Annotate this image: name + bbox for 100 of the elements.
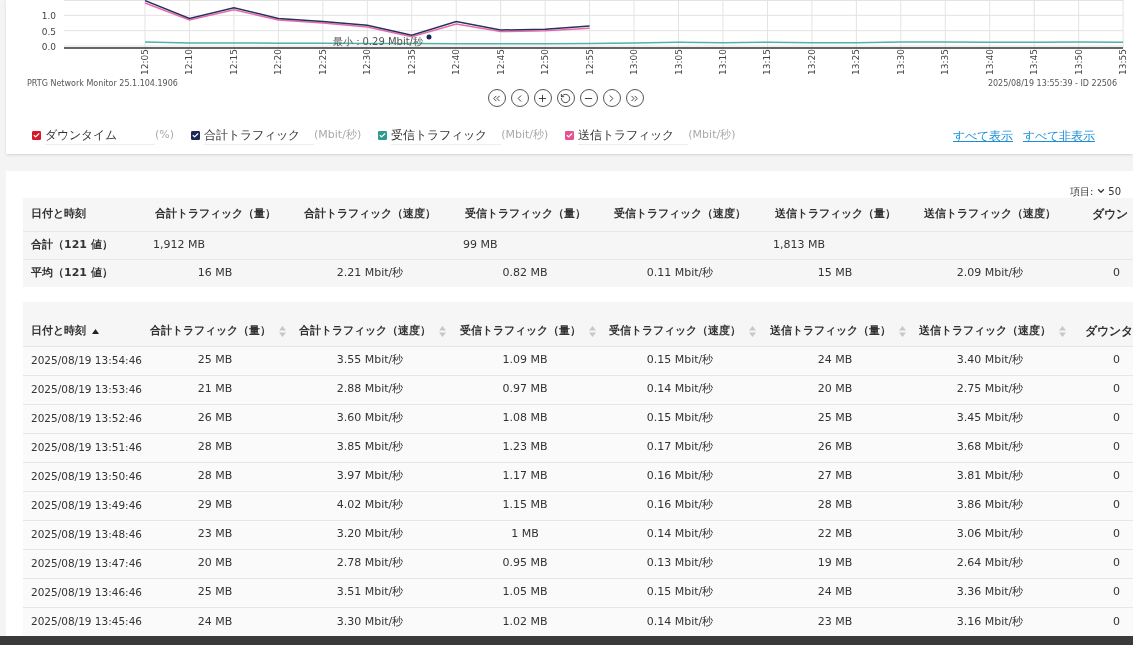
- table-cell: 0.15 Mbit/秒: [600, 346, 760, 375]
- minimum-marker: [426, 34, 432, 40]
- table-cell: 2025/08/19 13:53:46: [23, 375, 140, 404]
- x-tick-label: 12:10: [184, 49, 195, 75]
- table-cell: 3.30 Mbit/秒: [290, 607, 450, 636]
- table-cell: 3.68 Mbit/秒: [910, 433, 1070, 462]
- x-tick-label: 13:05: [673, 49, 684, 75]
- table-cell: 0: [1070, 462, 1133, 491]
- column-header: 合計トラフィック（量）: [140, 198, 290, 231]
- table-cell: 0.16 Mbit/秒: [600, 491, 760, 520]
- legend-unit: (Mbit/秒): [501, 127, 549, 144]
- table-cell: 0.95 MB: [450, 549, 600, 578]
- legend-link[interactable]: すべて非表示: [1023, 126, 1095, 145]
- legend-checkbox[interactable]: [565, 131, 575, 140]
- table-cell: 3.06 Mbit/秒: [910, 520, 1070, 549]
- sort-ascending-icon[interactable]: [92, 328, 99, 334]
- table-cell: 29 MB: [140, 491, 290, 520]
- x-tick-label: 13:25: [851, 49, 862, 75]
- table-cell: 0.97 MB: [450, 375, 600, 404]
- table-cell: 0.15 Mbit/秒: [600, 404, 760, 433]
- column-header[interactable]: 合計トラフィック（量）: [150, 323, 271, 340]
- x-tick-label: 13:00: [629, 49, 640, 75]
- x-tick-label: 13:20: [806, 49, 817, 75]
- table-cell: 0.16 Mbit/秒: [600, 462, 760, 491]
- x-tick-label: 13:30: [895, 49, 906, 75]
- table-cell: 25 MB: [140, 346, 290, 375]
- column-header[interactable]: 受信トラフィック（量）: [460, 323, 581, 340]
- table-cell: 21 MB: [140, 375, 290, 404]
- table-cell: 2.09 Mbit/秒: [910, 259, 1070, 287]
- column-header[interactable]: 送信トラフィック（速度）: [919, 323, 1051, 340]
- column-header[interactable]: 受信トラフィック（速度）: [609, 323, 741, 340]
- x-tick-label: 12:55: [584, 49, 595, 75]
- x-tick-label: 13:15: [762, 49, 773, 75]
- table-cell: 24 MB: [140, 607, 290, 636]
- table-cell: 0: [1070, 578, 1133, 607]
- table-cell: 2.64 Mbit/秒: [910, 549, 1070, 578]
- table-cell: 0: [1070, 404, 1133, 433]
- table-cell: 2.88 Mbit/秒: [290, 375, 450, 404]
- table-cell: 2025/08/19 13:49:46: [23, 491, 140, 520]
- items-per-page-dropdown[interactable]: 50: [1096, 183, 1121, 199]
- chart-timestamp: 2025/08/19 13:55:39 - ID 22506: [987, 78, 1117, 88]
- table-cell: 26 MB: [140, 404, 290, 433]
- x-tick-label: 13:40: [984, 49, 995, 75]
- table-cell: 2.21 Mbit/秒: [290, 259, 450, 287]
- table-cell: 20 MB: [140, 549, 290, 578]
- x-tick-label: 13:50: [1073, 49, 1084, 75]
- table-cell: 0: [1070, 346, 1133, 375]
- x-tick-label: 13:45: [1029, 49, 1040, 75]
- table-cell: 99 MB: [450, 231, 760, 259]
- items-label: 項目:: [1069, 184, 1094, 199]
- table-cell: 0: [1070, 549, 1133, 578]
- table-cell: 2025/08/19 13:47:46: [23, 549, 140, 578]
- legend-checkbox[interactable]: [32, 131, 41, 140]
- chevron-down-icon: [1096, 186, 1107, 196]
- table-cell: 2025/08/19 13:48:46: [23, 520, 140, 549]
- table-cell: 3.51 Mbit/秒: [290, 578, 450, 607]
- table-cell: 0.14 Mbit/秒: [600, 607, 760, 636]
- table-cell: 27 MB: [760, 462, 910, 491]
- legend-checkbox[interactable]: [191, 131, 201, 140]
- x-tick-label: 13:10: [718, 49, 728, 75]
- x-tick-label: 12:05: [140, 49, 150, 75]
- column-header: 日付と時刻: [23, 198, 140, 231]
- legend-link[interactable]: すべて表示: [953, 126, 1013, 145]
- table-cell: 23 MB: [140, 520, 290, 549]
- x-tick-label: 12:50: [540, 49, 551, 75]
- table-cell: 3.45 Mbit/秒: [910, 404, 1070, 433]
- column-header[interactable]: ダウンタ: [1085, 321, 1133, 340]
- table-cell: 0.17 Mbit/秒: [600, 433, 760, 462]
- x-tick-label: 12:20: [273, 49, 284, 75]
- table-cell: 2025/08/19 13:51:46: [23, 433, 140, 462]
- table-cell: 28 MB: [760, 491, 910, 520]
- table-cell: 1.05 MB: [450, 578, 600, 607]
- table-cell: 28 MB: [140, 462, 290, 491]
- table-cell: 3.36 Mbit/秒: [910, 578, 1070, 607]
- table-cell: 0: [1070, 491, 1133, 520]
- y-tick-label: 0.0: [41, 42, 56, 52]
- table-cell: 1.17 MB: [450, 462, 600, 491]
- table-cell: 0.15 Mbit/秒: [600, 578, 760, 607]
- table-cell: 25 MB: [140, 578, 290, 607]
- plus-icon: [537, 92, 548, 104]
- legend-unit: (Mbit/秒): [314, 127, 362, 144]
- column-header: 送信トラフィック（速度）: [910, 198, 1070, 231]
- table-cell: 1.02 MB: [450, 607, 600, 636]
- column-header[interactable]: 日付と時刻: [31, 323, 86, 340]
- legend-label: ダウンタイム: [45, 126, 155, 145]
- column-header: 送信トラフィック（量）: [760, 198, 910, 231]
- column-header: 合計トラフィック（速度）: [290, 198, 450, 231]
- column-header[interactable]: 送信トラフィック（量）: [770, 323, 891, 340]
- y-tick-label: 0.5: [41, 26, 56, 37]
- x-tick-label: 12:45: [495, 49, 506, 75]
- table-cell: 1,912 MB: [140, 231, 450, 259]
- table-cell: 15 MB: [760, 259, 910, 287]
- x-tick-label: 12:40: [451, 49, 462, 75]
- column-header[interactable]: 合計トラフィック（速度）: [299, 323, 431, 340]
- table-cell: 3.81 Mbit/秒: [910, 462, 1070, 491]
- table-cell: 19 MB: [760, 549, 910, 578]
- y-tick-label: 1.0: [41, 11, 56, 22]
- legend-checkbox[interactable]: [378, 131, 388, 140]
- column-header: 受信トラフィック（量）: [450, 198, 600, 231]
- table-cell: 0.14 Mbit/秒: [600, 375, 760, 404]
